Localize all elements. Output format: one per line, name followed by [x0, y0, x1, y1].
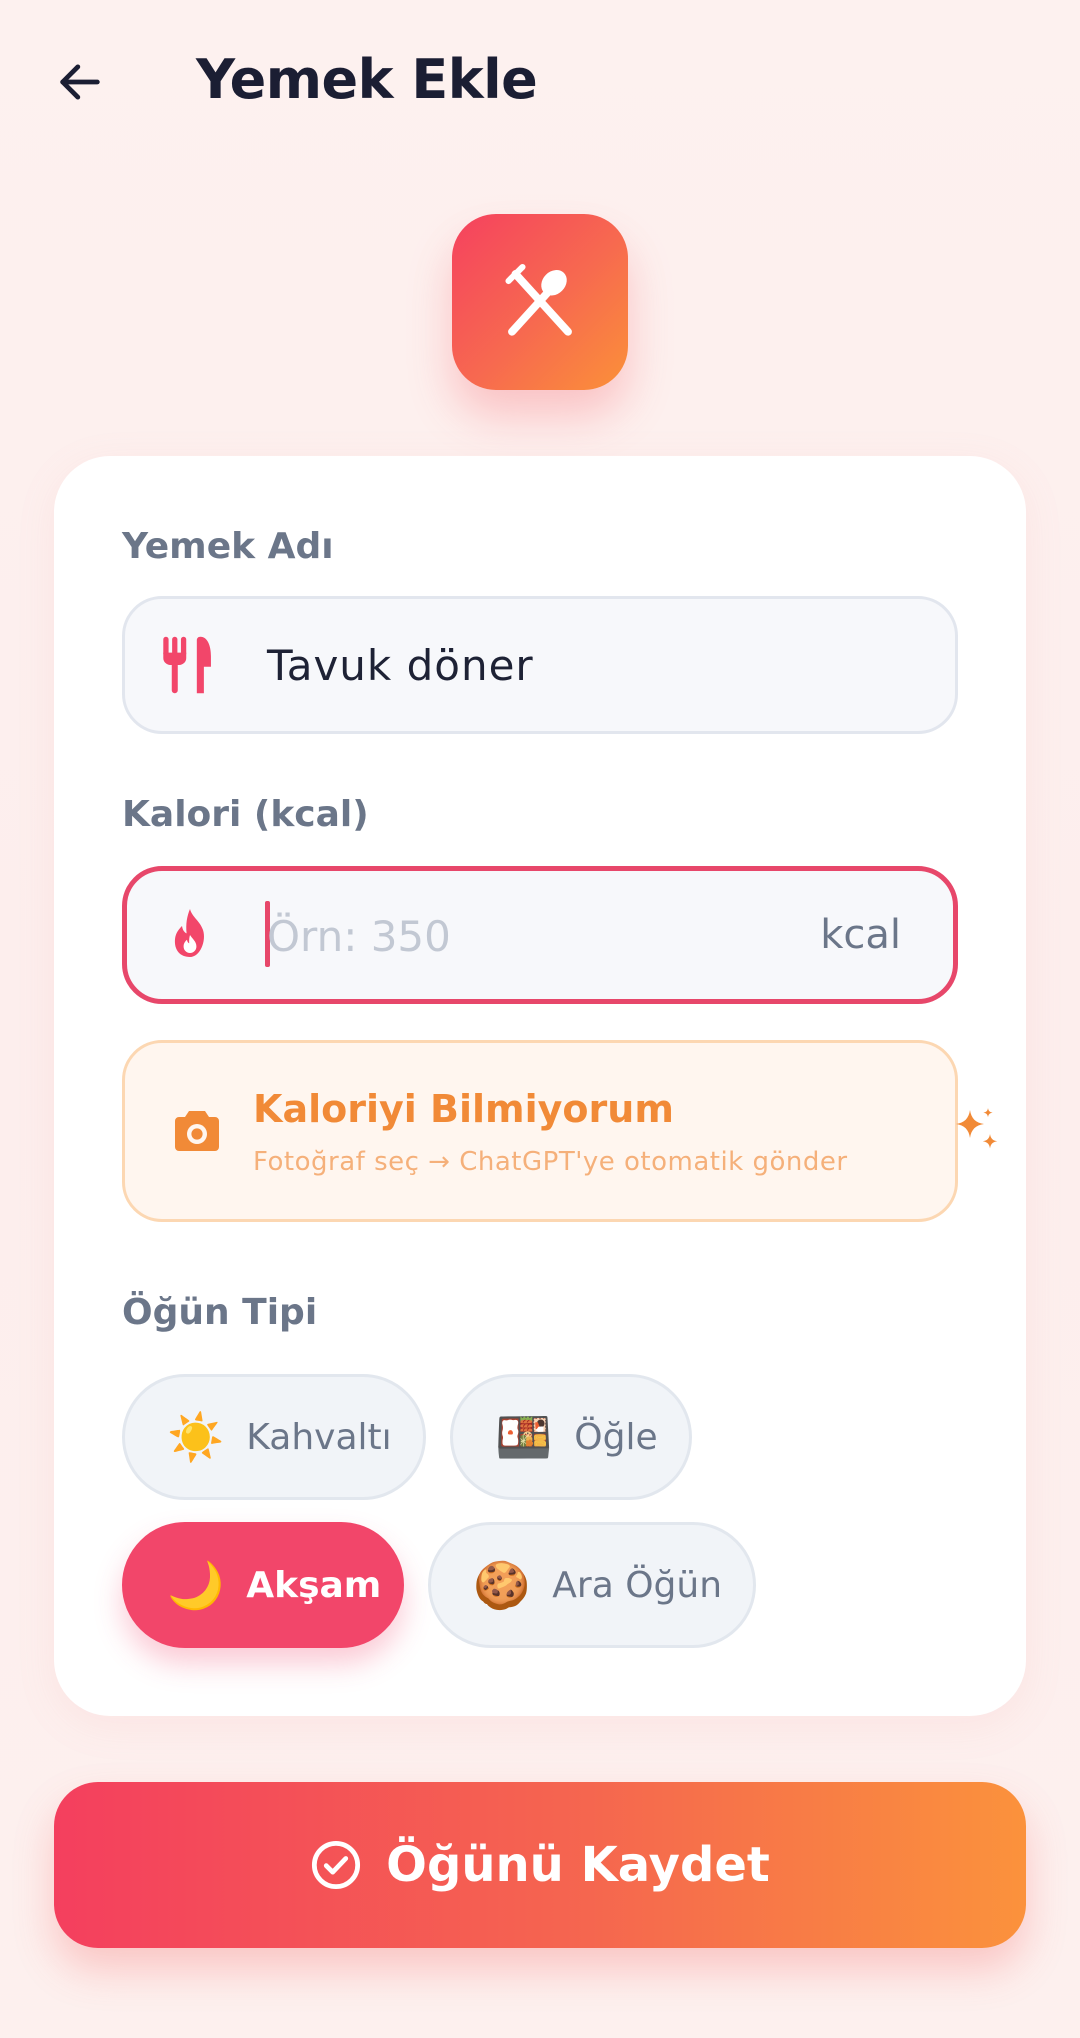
page-title: Yemek Ekle — [196, 48, 538, 111]
calories-input[interactable] — [267, 901, 787, 971]
meal-chip-label: Öğle — [574, 1416, 658, 1458]
fork-spoon-icon — [505, 263, 572, 336]
fork-knife-icon — [163, 636, 211, 694]
meal-chip-dinner[interactable]: 🌙 Akşam — [122, 1522, 404, 1648]
cookie-icon: 🍪 — [473, 1558, 531, 1612]
back-button[interactable] — [40, 42, 120, 122]
check-circle-icon — [312, 1840, 361, 1890]
sun-icon: ☀️ — [167, 1410, 225, 1464]
meal-chip-lunch[interactable]: 🍱 Öğle — [450, 1374, 692, 1500]
meal-chip-label: Ara Öğün — [552, 1564, 723, 1606]
meal-chip-label: Akşam — [246, 1564, 382, 1606]
food-name-field[interactable]: Tavuk döner — [122, 596, 958, 734]
save-button-label: Öğünü Kaydet — [386, 1837, 770, 1893]
bento-icon: 🍱 — [495, 1410, 553, 1464]
calories-label: Kalori (kcal) — [122, 794, 369, 835]
flame-icon — [174, 909, 204, 957]
meal-chip-label: Kahvaltı — [246, 1416, 392, 1458]
food-name-label: Yemek Adı — [122, 526, 334, 567]
photo-helper-title: Kaloriyi Bilmiyorum — [253, 1087, 674, 1131]
arrow-left-icon — [60, 64, 100, 100]
meal-chip-snack[interactable]: 🍪 Ara Öğün — [428, 1522, 756, 1648]
calories-field[interactable]: kcal — [122, 866, 958, 1004]
top-bar: Yemek Ekle — [0, 0, 1080, 170]
camera-icon — [175, 1111, 219, 1151]
hero-food-badge — [452, 214, 628, 390]
meal-type-label: Öğün Tipi — [122, 1292, 318, 1333]
sparkle-icon — [956, 1108, 998, 1149]
meal-chip-breakfast[interactable]: ☀️ Kahvaltı — [122, 1374, 426, 1500]
food-name-value: Tavuk döner — [267, 640, 534, 690]
save-meal-button[interactable]: Öğünü Kaydet — [54, 1782, 1026, 1948]
unknown-calories-photo-button[interactable]: Kaloriyi Bilmiyorum Fotoğraf seç → ChatG… — [122, 1040, 958, 1222]
moon-icon: 🌙 — [167, 1558, 225, 1612]
calories-unit: kcal — [820, 912, 901, 958]
photo-helper-subtitle: Fotoğraf seç → ChatGPT'ye otomatik gönde… — [253, 1147, 848, 1177]
